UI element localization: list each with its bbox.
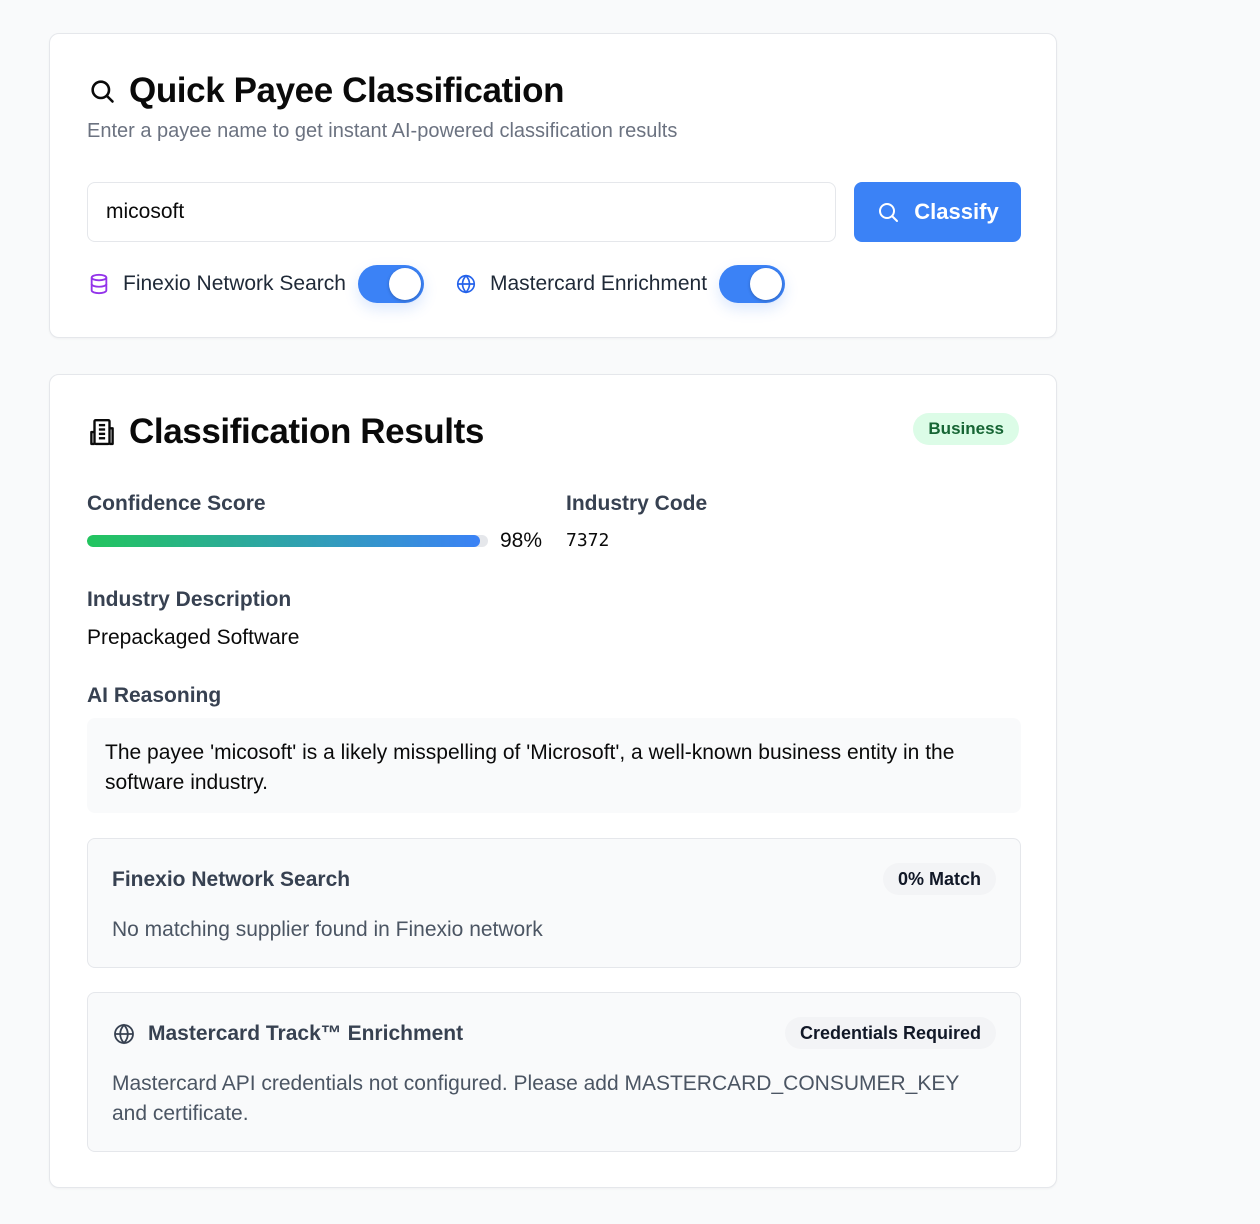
finexio-result-title: Finexio Network Search (112, 868, 351, 891)
mastercard-enrichment-result: Mastercard Track™ Enrichment Credentials… (87, 992, 1021, 1152)
entity-type-badge: Business (913, 413, 1019, 445)
building-icon (87, 417, 117, 447)
confidence-label: Confidence Score (87, 492, 266, 515)
finexio-result-header: Finexio Network Search (112, 863, 350, 897)
database-icon (87, 272, 111, 296)
finexio-result-message: No matching supplier found in Finexio ne… (112, 918, 543, 941)
toggle-knob (388, 268, 421, 300)
globe-icon (112, 1022, 136, 1046)
page-title: Quick Payee Classification (129, 71, 565, 110)
ai-reasoning-label: AI Reasoning (87, 684, 222, 707)
toggle-knob (750, 268, 783, 300)
mastercard-result-title: Mastercard Track™ Enrichment (148, 1022, 464, 1045)
search-icon (87, 76, 117, 106)
payee-name-input[interactable] (87, 182, 836, 242)
industry-code-value: 7372 (566, 530, 610, 551)
quick-title-row: Quick Payee Classification (87, 71, 564, 111)
search-icon (876, 200, 900, 224)
globe-icon (454, 272, 478, 296)
confidence-percent: 98% (500, 529, 543, 552)
industry-description-value: Prepackaged Software (87, 626, 300, 649)
classification-results-card: Classification Results Business Confiden… (49, 374, 1057, 1188)
mastercard-option-label: Mastercard Enrichment (490, 272, 708, 295)
finexio-network-result: Finexio Network Search 0% Match No match… (87, 838, 1021, 968)
match-badge: 0% Match (882, 863, 996, 895)
results-title: Classification Results (129, 412, 484, 451)
confidence-progress-fill (87, 535, 480, 547)
mastercard-option: Mastercard Enrichment (454, 264, 786, 304)
mastercard-toggle[interactable] (719, 265, 786, 303)
ai-reasoning-text: The payee 'micosoft' is a likely misspel… (87, 718, 1021, 813)
industry-description-label: Industry Description (87, 588, 292, 611)
industry-code-label: Industry Code (566, 492, 708, 515)
finexio-option: Finexio Network Search (87, 264, 424, 304)
credentials-badge: Credentials Required (784, 1017, 996, 1049)
page-subtitle: Enter a payee name to get instant AI-pow… (87, 120, 678, 142)
confidence-progress-bar (87, 535, 488, 547)
quick-classification-card: Quick Payee Classification Enter a payee… (49, 33, 1057, 338)
mastercard-result-message: Mastercard API credentials not configure… (112, 1072, 959, 1125)
mastercard-result-header: Mastercard Track™ Enrichment (112, 1017, 463, 1051)
finexio-option-label: Finexio Network Search (123, 272, 346, 295)
classify-button[interactable]: Classify (854, 182, 1021, 242)
finexio-toggle[interactable] (357, 265, 424, 303)
results-title-row: Classification Results (87, 412, 484, 452)
classify-button-label: Classify (914, 199, 999, 224)
